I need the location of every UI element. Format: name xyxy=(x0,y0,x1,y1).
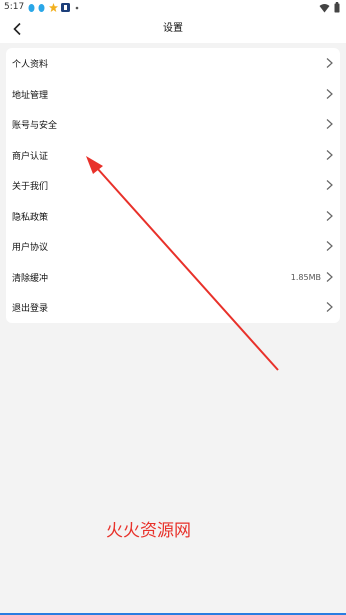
watermark: 火火资源网 xyxy=(106,521,191,541)
